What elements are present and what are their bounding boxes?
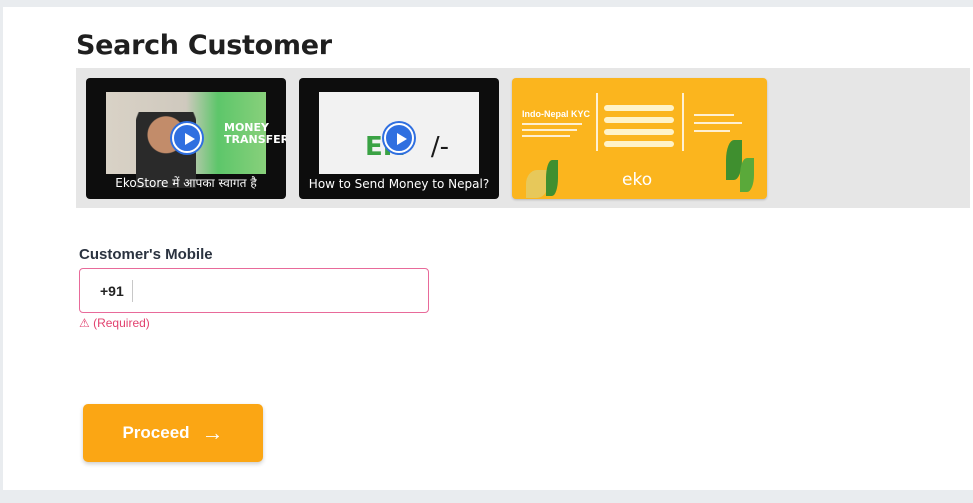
video-caption: How to Send Money to Nepal?: [308, 177, 490, 191]
play-icon[interactable]: [384, 123, 414, 153]
kyc-step: [604, 117, 674, 123]
leaf-decoration: [526, 170, 548, 198]
play-icon[interactable]: [172, 123, 202, 153]
video-tile-welcome[interactable]: MONEY TRANSFER EkoStore में आपका स्वागत ह…: [86, 78, 286, 199]
kyc-step: [604, 129, 674, 135]
thumbnail-overlay-text: MONEY TRANSFER: [224, 121, 286, 146]
leaf-decoration: [740, 158, 754, 192]
page-title: Search Customer: [76, 30, 332, 61]
kyc-step: [604, 105, 674, 111]
eko-logo: eko: [622, 170, 653, 190]
proceed-label: Proceed: [122, 423, 190, 442]
video-tile-nepal[interactable]: EK/- How to Send Money to Nepal?: [299, 78, 499, 199]
customer-mobile-label: Customer's Mobile: [79, 246, 213, 263]
video-caption: EkoStore में आपका स्वागत है: [115, 176, 257, 190]
mobile-input[interactable]: [133, 269, 428, 312]
mobile-field[interactable]: +91: [79, 268, 429, 313]
required-error: ⚠ (Required): [79, 316, 150, 330]
kyc-info-tile[interactable]: Indo-Nepal KYC eko: [512, 78, 767, 199]
video-carousel: MONEY TRANSFER EkoStore में आपका स्वागत ह…: [76, 68, 970, 208]
proceed-button[interactable]: Proceed →: [83, 404, 263, 462]
country-code: +91: [100, 282, 124, 299]
kyc-title: Indo-Nepal KYC: [522, 109, 591, 119]
leaf-decoration: [546, 160, 558, 196]
arrow-right-icon: →: [201, 420, 224, 445]
kyc-step: [604, 141, 674, 147]
